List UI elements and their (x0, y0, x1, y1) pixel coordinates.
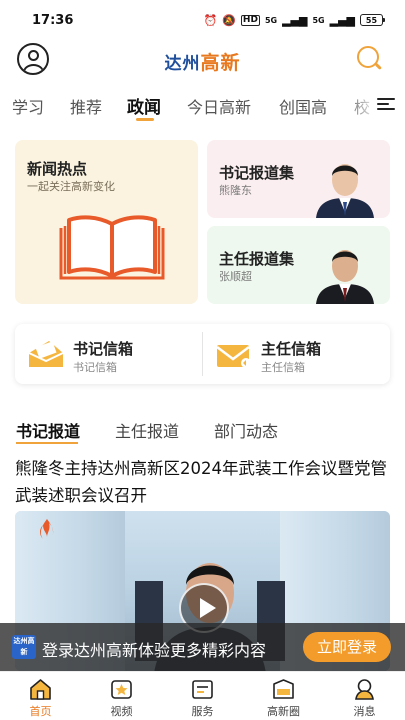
secretary-mailbox-title: 书记信箱 (73, 340, 134, 358)
nav-message-label: 消息 (353, 705, 376, 718)
battery-icon: 55 (360, 14, 385, 26)
bottom-nav: 首页 视频 服务 高新圈 消息 (0, 671, 405, 720)
mail-icon (28, 341, 64, 367)
login-banner-text: 登录达州高新体验更多精彩内容 (42, 641, 267, 660)
channel-tabs: 学习 推荐 政闻 今日高新 创国高 校 (0, 86, 405, 126)
active-report-tab-indicator (16, 442, 78, 444)
tab-politics[interactable]: 政闻 (127, 93, 161, 118)
nav-circle[interactable]: 高新圈 (243, 672, 324, 720)
status-time: 17:36 (32, 12, 74, 28)
tab-today[interactable]: 今日高新 (187, 94, 251, 118)
login-button[interactable]: 立即登录 (303, 632, 391, 662)
alarm-icon: ⏰ (203, 13, 218, 27)
hd-icon: HD (240, 14, 260, 26)
open-book-icon (59, 215, 165, 280)
login-banner: 达州高新 登录达州高新体验更多精彩内容 立即登录 (0, 623, 405, 671)
director-mailbox[interactable]: 主任信箱 主任信箱 (203, 324, 390, 384)
status-bar: 17:36 ⏰ 🔕 HD 5G ▂▄▆ 5G ▂▄▆ 55 (0, 0, 405, 40)
director-name: 张顺超 (219, 270, 252, 283)
signal-bars-icon: ▂▄▆ (282, 13, 308, 27)
circle-icon (273, 679, 294, 699)
search-button[interactable] (357, 46, 383, 72)
app-logo: 达州高新 (0, 48, 405, 75)
director-mailbox-title: 主任信箱 (261, 340, 322, 358)
mailbox-row: 书记信箱 书记信箱 主任信箱 主任信箱 (15, 324, 390, 384)
article-title[interactable]: 熊隆冬主持达州高新区2024年武装工作会议暨党管武装述职会议召开 (15, 455, 393, 509)
secretary-reports-title: 书记报道集 (219, 164, 295, 182)
mute-icon: 🔕 (222, 13, 236, 27)
secretary-portrait (316, 164, 374, 218)
director-reports-title: 主任报道集 (219, 250, 295, 268)
secretary-reports-card[interactable]: 书记报道集 熊隆东 (207, 140, 390, 218)
tab-study[interactable]: 学习 (12, 94, 44, 118)
director-reports-card[interactable]: 主任报道集 张顺超 (207, 226, 390, 304)
nav-home-label: 首页 (29, 705, 52, 718)
nav-circle-label: 高新圈 (267, 705, 300, 718)
home-icon (30, 679, 51, 700)
signal-icon-2: 5G (312, 15, 325, 25)
tab-recommend[interactable]: 推荐 (70, 94, 102, 118)
video-icon (111, 680, 132, 699)
message-icon (355, 679, 374, 700)
active-tab-indicator (136, 118, 154, 121)
app-header: 达州高新 (0, 40, 405, 80)
app-logo-icon: 达州高新 (12, 635, 36, 659)
nav-service[interactable]: 服务 (162, 672, 243, 720)
nav-message[interactable]: 消息 (324, 672, 405, 720)
signal-icon-1: 5G (264, 15, 278, 25)
tab-secretary-reports[interactable]: 书记报道 (16, 418, 80, 442)
logo-text-2: 高新 (200, 52, 241, 74)
tab-director-reports[interactable]: 主任报道 (115, 418, 179, 442)
director-mailbox-subtitle: 主任信箱 (261, 361, 305, 374)
tab-department-news[interactable]: 部门动态 (214, 418, 278, 442)
hot-news-card[interactable]: 新闻热点 一起关注高新变化 (15, 140, 198, 304)
emblem-icon (40, 519, 54, 539)
mail-icon (216, 345, 251, 368)
director-portrait (316, 250, 374, 304)
report-tabs: 书记报道 主任报道 部门动态 (0, 414, 405, 448)
nav-service-label: 服务 (191, 705, 214, 718)
tab-create[interactable]: 创国高 (279, 94, 327, 118)
status-icons: ⏰ 🔕 HD 5G ▂▄▆ 5G ▂▄▆ 55 (203, 13, 385, 27)
nav-video-label: 视频 (110, 705, 133, 718)
logo-text-1: 达州 (164, 54, 201, 74)
menu-icon[interactable] (377, 96, 395, 112)
hot-news-title: 新闻热点 (27, 160, 88, 178)
service-icon (192, 680, 213, 699)
secretary-mailbox[interactable]: 书记信箱 书记信箱 (15, 324, 202, 384)
secretary-name: 熊隆东 (219, 184, 252, 197)
nav-home[interactable]: 首页 (0, 672, 81, 720)
hot-news-subtitle: 一起关注高新变化 (27, 180, 115, 193)
nav-video[interactable]: 视频 (81, 672, 162, 720)
signal-bars-icon-2: ▂▄▆ (329, 13, 355, 27)
secretary-mailbox-subtitle: 书记信箱 (73, 361, 117, 374)
